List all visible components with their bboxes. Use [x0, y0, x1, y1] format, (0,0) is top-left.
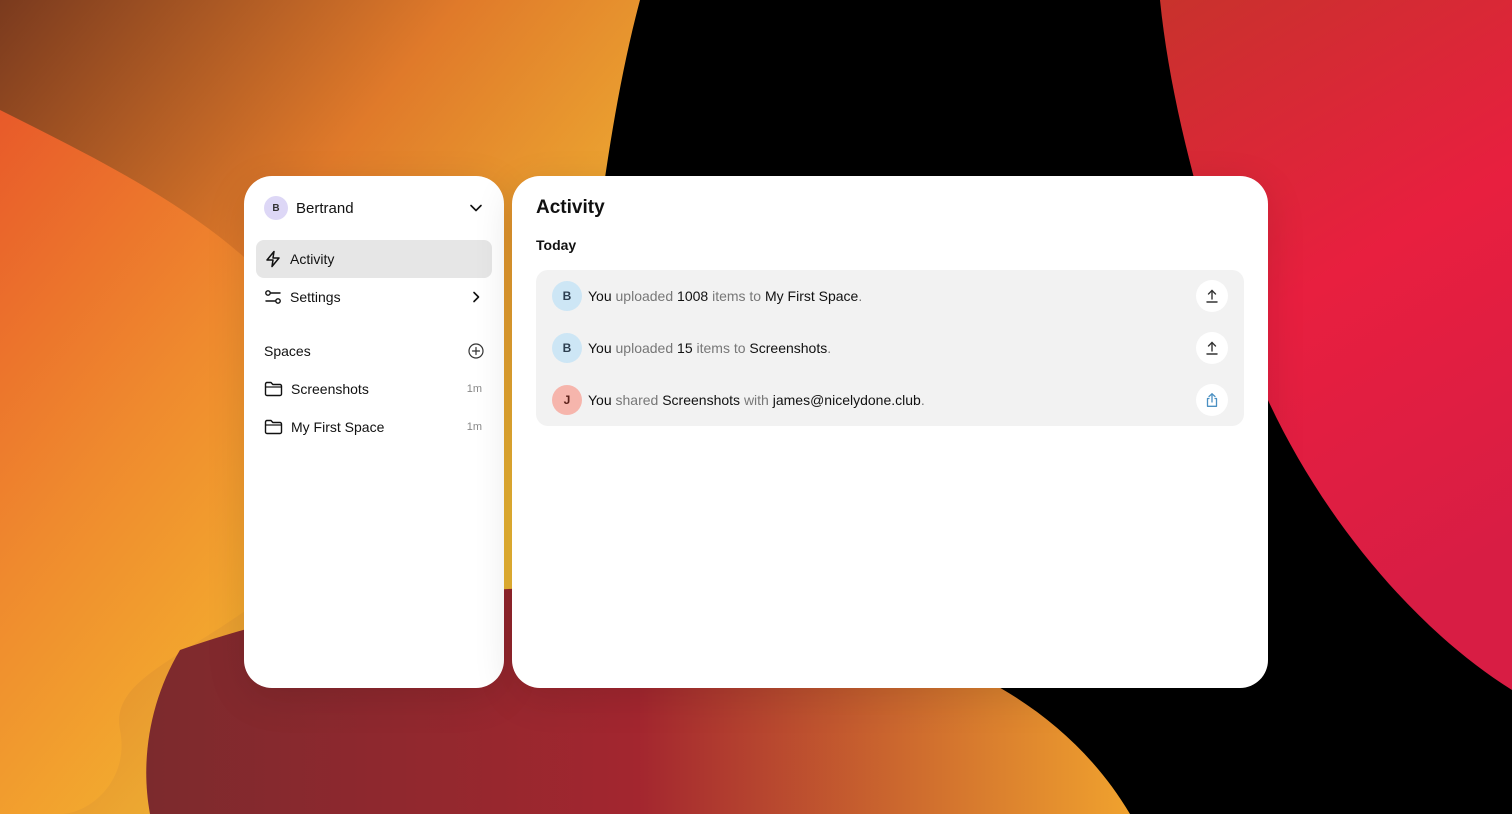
activity-list: B You uploaded 1008 items to My First Sp…	[536, 270, 1244, 426]
upload-icon	[1206, 341, 1218, 355]
chevron-right-icon	[468, 289, 484, 305]
upload-icon	[1206, 289, 1218, 303]
activity-avatar: B	[552, 281, 582, 311]
activity-text: You uploaded 15 items to Screenshots.	[588, 340, 832, 356]
space-label: Screenshots	[291, 381, 369, 397]
account-switcher[interactable]: B Bertrand	[256, 176, 492, 240]
user-avatar: B	[264, 196, 288, 220]
upload-action-button[interactable]	[1196, 332, 1228, 364]
nav-item-activity[interactable]: Activity	[256, 240, 492, 278]
space-label: My First Space	[291, 419, 385, 435]
spaces-header: Spaces	[256, 332, 492, 370]
folder-icon	[264, 418, 284, 436]
add-space-button[interactable]	[468, 343, 484, 359]
folder-icon	[264, 380, 284, 398]
nav-item-label: Settings	[290, 289, 341, 305]
page-title: Activity	[536, 197, 605, 218]
activity-item: J You shared Screenshots with james@nice…	[536, 374, 1244, 426]
upload-action-button[interactable]	[1196, 280, 1228, 312]
activity-avatar: B	[552, 333, 582, 363]
spaces-title: Spaces	[264, 343, 311, 359]
activity-text: You shared Screenshots with james@nicely…	[588, 392, 925, 408]
space-time: 1m	[466, 421, 482, 433]
plus-circle-icon	[468, 343, 484, 359]
sidebar-panel: B Bertrand Activity Settings Spaces Scre…	[244, 176, 504, 688]
chevron-down-icon	[468, 200, 484, 216]
activity-text: You uploaded 1008 items to My First Spac…	[588, 288, 863, 304]
space-item-my-first-space[interactable]: My First Space 1m	[256, 408, 492, 446]
share-icon	[1206, 393, 1218, 407]
activity-item: B You uploaded 15 items to Screenshots.	[536, 322, 1244, 374]
activity-avatar: J	[552, 385, 582, 415]
user-name: Bertrand	[296, 199, 354, 217]
section-today: Today	[536, 237, 577, 253]
activity-item: B You uploaded 1008 items to My First Sp…	[536, 270, 1244, 322]
nav-item-settings[interactable]: Settings	[256, 278, 492, 316]
activity-panel: Activity Today B You uploaded 1008 items…	[512, 176, 1268, 688]
bolt-icon	[264, 250, 282, 268]
sliders-icon	[264, 288, 282, 306]
space-time: 1m	[466, 383, 482, 395]
nav-item-label: Activity	[290, 251, 335, 267]
share-action-button[interactable]	[1196, 384, 1228, 416]
space-item-screenshots[interactable]: Screenshots 1m	[256, 370, 492, 408]
